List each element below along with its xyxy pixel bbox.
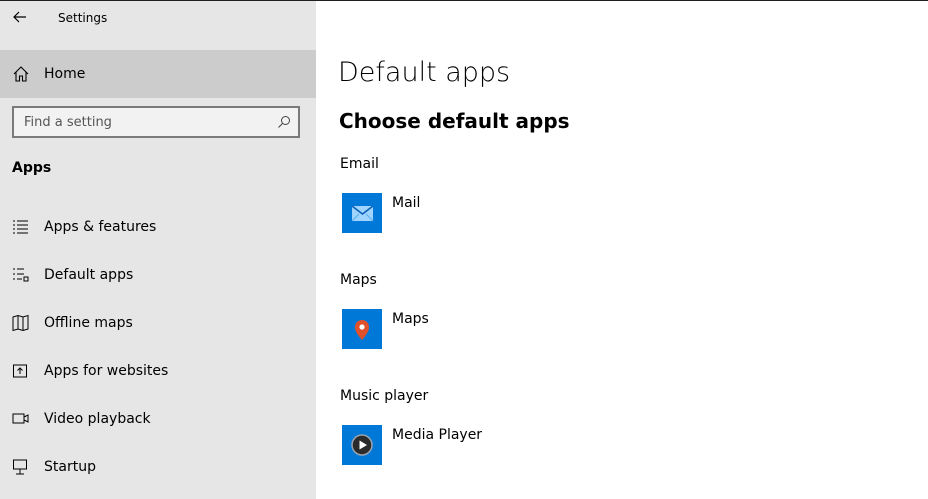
app-tile (342, 425, 382, 465)
sidebar-item-offline-maps[interactable]: Offline maps (0, 299, 316, 347)
maps-app-button[interactable]: Maps (340, 309, 620, 353)
app-name: Media Player (392, 427, 483, 443)
app-name: Mail (392, 195, 421, 211)
sidebar-item-label: Startup (44, 459, 96, 475)
category-label-email: Email (340, 156, 379, 172)
sidebar-item-label: Apps for websites (44, 363, 169, 379)
app-name: Maps (392, 311, 429, 327)
email-app-button[interactable]: Mail (340, 193, 620, 237)
startup-icon (13, 459, 27, 475)
title-bar: Settings (0, 1, 316, 37)
sidebar-item-label: Default apps (44, 267, 134, 283)
search-icon[interactable] (276, 114, 292, 130)
sidebar-item-label: Home (44, 66, 86, 82)
app-tile (342, 309, 382, 349)
video-icon (12, 413, 29, 424)
app-title: Settings (58, 11, 108, 25)
sidebar-item-label: Video playback (44, 411, 151, 427)
map-icon (12, 314, 29, 332)
list-icon (13, 220, 28, 234)
default-apps-icon (13, 268, 29, 282)
home-icon (13, 66, 29, 82)
category-label-maps: Maps (340, 272, 377, 288)
search-box (12, 106, 300, 138)
sidebar-item-apps-features[interactable]: Apps & features (0, 203, 316, 251)
music-player-app-button[interactable]: Media Player (340, 425, 620, 469)
mail-icon (351, 205, 374, 222)
sidebar-item-home[interactable]: Home (0, 50, 316, 98)
page-title: Default apps (338, 57, 511, 88)
sidebar-item-default-apps[interactable]: Default apps (0, 251, 316, 299)
back-arrow-icon (13, 11, 26, 23)
sidebar-item-apps-for-websites[interactable]: Apps for websites (0, 347, 316, 395)
play-icon (351, 434, 373, 456)
app-tile (342, 193, 382, 233)
section-subtitle: Choose default apps (339, 109, 570, 133)
sidebar-item-video-playback[interactable]: Video playback (0, 395, 316, 443)
sidebar-item-label: Offline maps (44, 315, 133, 331)
settings-window: Settings Home Apps Apps & features (0, 0, 928, 499)
sidebar-item-startup[interactable]: Startup (0, 443, 316, 491)
category-label-music-player: Music player (340, 388, 429, 404)
open-link-icon (13, 364, 27, 378)
map-pin-icon (355, 320, 369, 340)
section-title: Apps (12, 160, 52, 176)
sidebar-item-label: Apps & features (44, 219, 157, 235)
main-content: Default apps Choose default apps Email M… (316, 1, 928, 499)
back-button[interactable] (8, 5, 32, 29)
sidebar: Settings Home Apps Apps & features (0, 1, 316, 499)
search-input[interactable] (14, 108, 269, 136)
